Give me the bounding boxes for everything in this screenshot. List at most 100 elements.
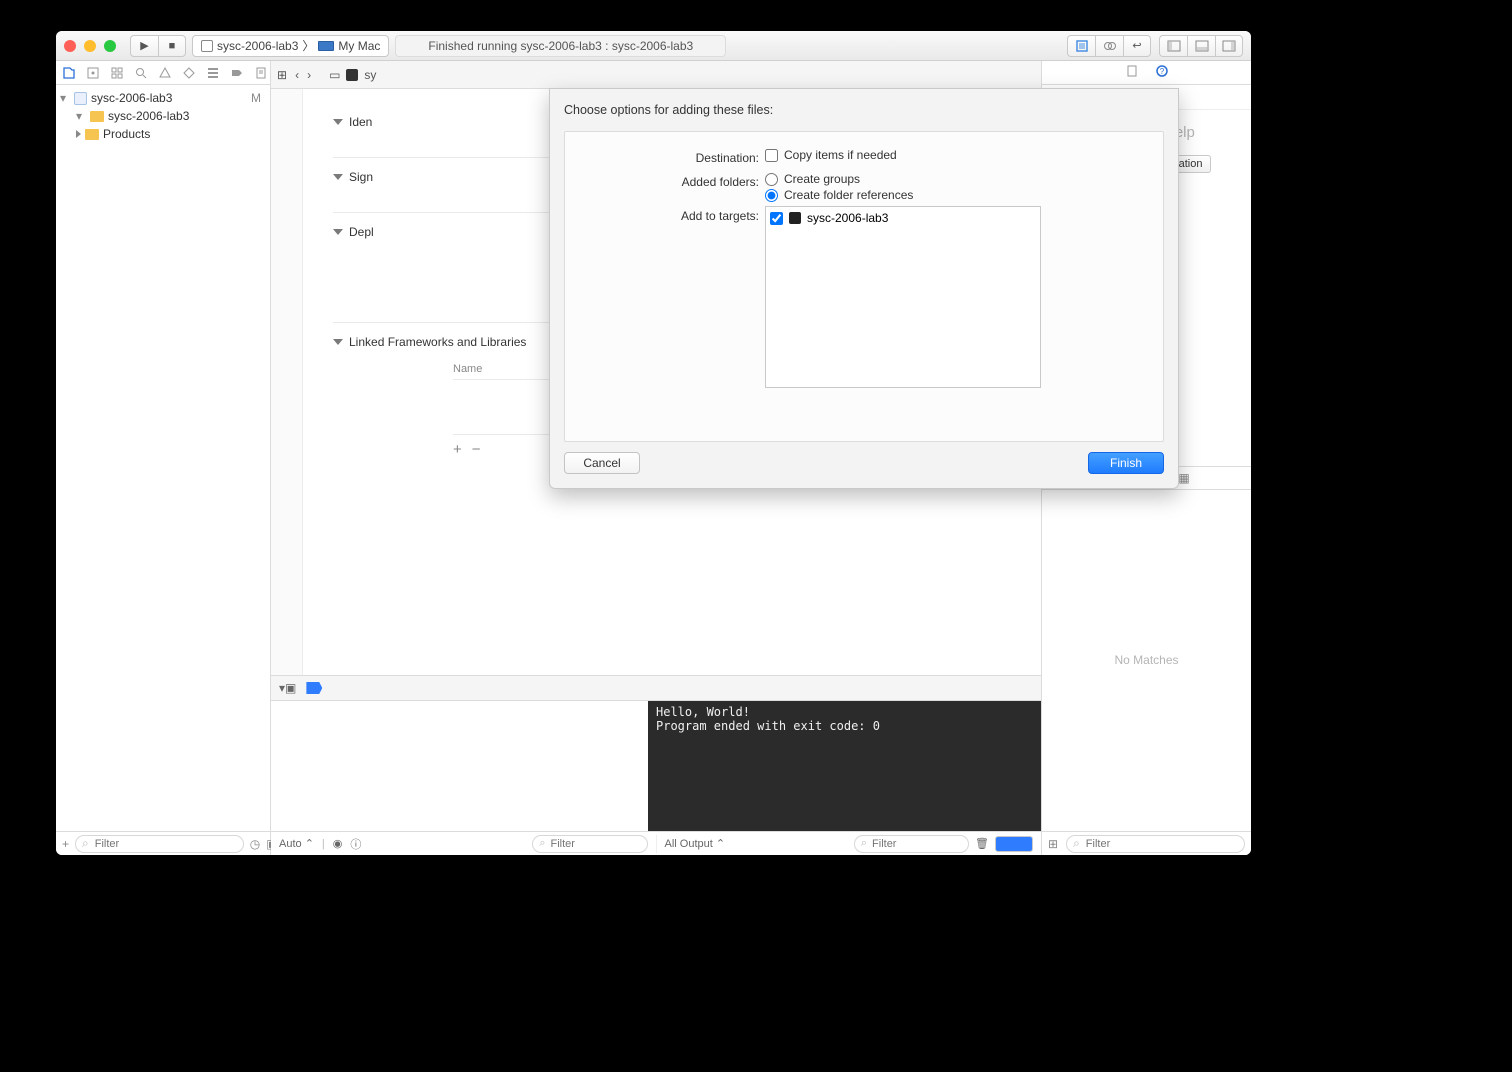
project-icon: [74, 92, 87, 105]
finish-button[interactable]: Finish: [1088, 452, 1164, 474]
tree-group[interactable]: Products: [56, 125, 270, 143]
breakpoints-icon[interactable]: [306, 682, 322, 694]
console-view[interactable]: Hello, World! Program ended with exit co…: [648, 701, 1041, 831]
source-control-navigator-icon[interactable]: [86, 65, 100, 81]
standard-editor-button[interactable]: [1067, 35, 1095, 57]
library-footer: ⊞ ⌕: [1042, 831, 1251, 855]
go-forward-icon[interactable]: ›: [307, 68, 311, 82]
remove-framework-button[interactable]: −: [472, 441, 481, 458]
assistant-editor-button[interactable]: [1095, 35, 1123, 57]
navigator-filter-input[interactable]: [95, 838, 237, 850]
version-editor-button[interactable]: ↩︎: [1123, 35, 1151, 57]
library-filter-input[interactable]: [1086, 838, 1238, 850]
quick-help-inspector-icon[interactable]: ?: [1155, 64, 1169, 81]
breakpoint-navigator-icon[interactable]: [230, 65, 244, 81]
quicklook-icon[interactable]: ◉: [333, 837, 343, 850]
run-button[interactable]: ▶: [130, 35, 158, 57]
auto-scope-selector[interactable]: Auto ⌃: [279, 837, 314, 850]
disclosure-icon[interactable]: [333, 119, 343, 125]
cli-target-icon: [789, 212, 801, 224]
related-items-icon[interactable]: ⊞: [277, 68, 287, 82]
navigator-filter-field[interactable]: ⌕: [75, 835, 244, 853]
library-filter-field[interactable]: ⌕: [1066, 835, 1245, 853]
group-label: sysc-2006-lab3: [108, 109, 189, 123]
add-framework-button[interactable]: +: [453, 441, 462, 458]
sidebar-toggle-icon[interactable]: ▭: [329, 68, 340, 82]
debug-body: Hello, World! Program ended with exit co…: [271, 701, 1041, 831]
debug-bar: ▾▣: [271, 675, 1041, 701]
go-back-icon[interactable]: ‹: [295, 68, 299, 82]
create-references-radio[interactable]: Create folder references: [765, 188, 913, 202]
debug-pane-toggle[interactable]: [995, 836, 1033, 852]
cancel-button[interactable]: Cancel: [564, 452, 640, 474]
destination-label: Destination:: [599, 148, 765, 168]
run-controls: ▶ ■: [130, 35, 186, 57]
output-scope-selector[interactable]: All Output ⌃: [665, 837, 726, 850]
targets-list[interactable]: sysc-2006-lab3: [765, 206, 1041, 388]
clear-console-icon[interactable]: 🗑: [975, 837, 989, 850]
activity-viewer: Finished running sysc-2006-lab3 : sysc-2…: [395, 35, 726, 57]
debug-navigator-icon[interactable]: [206, 65, 220, 81]
disclosure-icon[interactable]: ▾: [76, 109, 86, 123]
add-file-button[interactable]: +: [62, 837, 69, 851]
console-filter-field[interactable]: ⌕: [854, 835, 969, 853]
report-navigator-icon[interactable]: [254, 65, 268, 81]
disclosure-icon[interactable]: [333, 229, 343, 235]
tree-group[interactable]: ▾ sysc-2006-lab3: [56, 107, 270, 125]
minimize-window-button[interactable]: [84, 40, 96, 52]
target-editor: Iden Sign Depl: [271, 89, 1041, 675]
print-description-icon[interactable]: ⓘ: [350, 836, 361, 852]
find-navigator-icon[interactable]: [134, 65, 148, 81]
console-line: Hello, World!: [656, 705, 750, 719]
add-to-targets-row: Add to targets: sysc-2006-lab3: [599, 206, 1149, 388]
project-tree[interactable]: ▾ sysc-2006-lab3 M ▾ sysc-2006-lab3 Prod…: [56, 85, 270, 831]
toolbar-right: ↩︎: [1067, 35, 1243, 57]
test-navigator-icon[interactable]: [182, 65, 196, 81]
jump-bar[interactable]: ⊞ ‹ › ▭ sy: [271, 61, 1041, 89]
status-text: Finished running sysc-2006-lab3 : sysc-2…: [428, 39, 693, 53]
variables-filter-field[interactable]: ⌕: [532, 835, 647, 853]
issue-navigator-icon[interactable]: [158, 65, 172, 81]
disclosure-icon[interactable]: ▾: [60, 91, 70, 105]
xcode-window: ▶ ■ sysc-2006-lab3 〉 My Mac Finished run…: [56, 31, 1251, 855]
project-navigator-icon[interactable]: [62, 65, 76, 81]
library-body: No Matches: [1042, 490, 1251, 832]
copy-items-input[interactable]: [765, 149, 778, 162]
toggle-navigator-button[interactable]: [1159, 35, 1187, 57]
zoom-window-button[interactable]: [104, 40, 116, 52]
symbol-navigator-icon[interactable]: [110, 65, 124, 81]
tab-label: sy: [364, 68, 376, 82]
create-groups-radio[interactable]: Create groups: [765, 172, 913, 186]
create-groups-input[interactable]: [765, 173, 778, 186]
target-checkbox[interactable]: [770, 212, 783, 225]
destination-row: Destination: Copy items if needed: [599, 148, 1149, 168]
disclosure-icon[interactable]: [333, 339, 343, 345]
added-folders-row: Added folders: Create groups Create fold…: [599, 172, 1149, 202]
toggle-utilities-button[interactable]: [1215, 35, 1243, 57]
console-filter-input[interactable]: [872, 838, 962, 850]
group-label: Products: [103, 127, 150, 141]
variables-view[interactable]: [271, 701, 648, 831]
stop-button[interactable]: ■: [158, 35, 186, 57]
project-icon: [201, 40, 213, 52]
create-references-input[interactable]: [765, 189, 778, 202]
jump-path[interactable]: ▭ sy: [329, 68, 376, 82]
variables-filter-input[interactable]: [551, 838, 641, 850]
media-library-icon[interactable]: ▦: [1178, 471, 1189, 485]
editor-outline-strip: [271, 89, 303, 675]
file-inspector-icon[interactable]: [1125, 64, 1139, 81]
close-window-button[interactable]: [64, 40, 76, 52]
no-matches-label: No Matches: [1114, 653, 1178, 667]
scheme-selector[interactable]: sysc-2006-lab3 〉 My Mac: [192, 35, 389, 57]
copy-items-checkbox[interactable]: Copy items if needed: [765, 148, 897, 162]
toggle-debug-button[interactable]: [1187, 35, 1215, 57]
tree-root[interactable]: ▾ sysc-2006-lab3 M: [56, 89, 270, 107]
window-controls: [64, 40, 116, 52]
scheme-project-label: sysc-2006-lab3: [217, 39, 298, 53]
grid-icon[interactable]: ⊞: [1048, 837, 1058, 851]
target-row[interactable]: sysc-2006-lab3: [770, 211, 1036, 225]
hide-debug-icon[interactable]: ▾▣: [279, 681, 296, 695]
disclosure-icon[interactable]: [76, 127, 81, 141]
disclosure-icon[interactable]: [333, 174, 343, 180]
recents-scope-button[interactable]: ◷: [250, 837, 260, 851]
